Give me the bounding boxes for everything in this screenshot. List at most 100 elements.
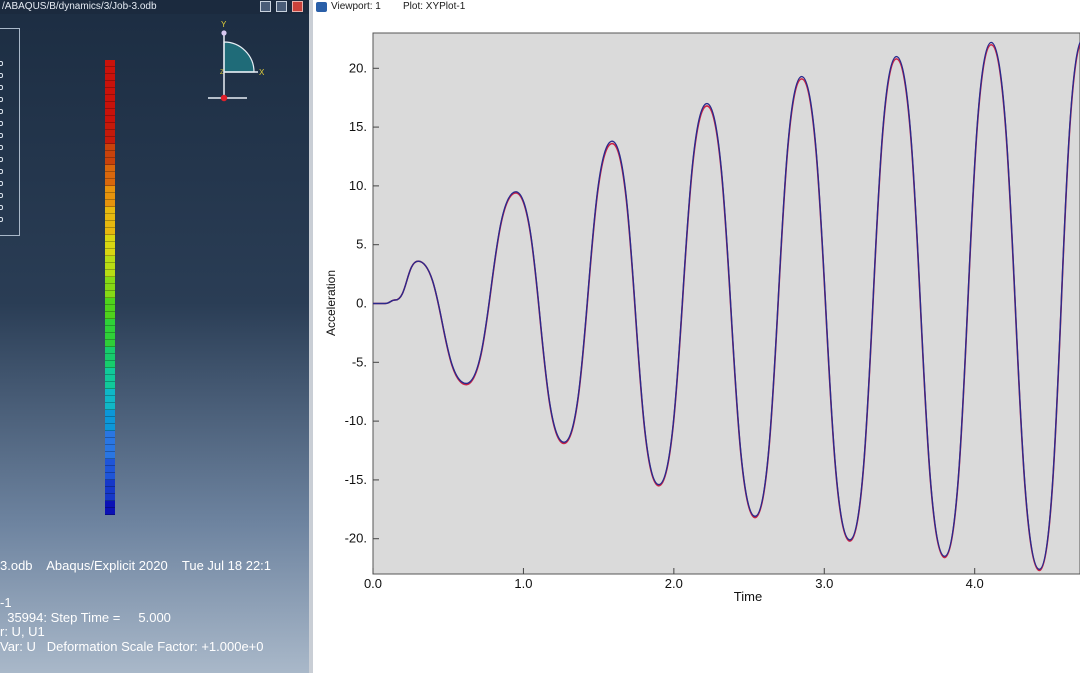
x-tick-label: 0.0 (364, 576, 382, 591)
view-triad: Y X Z (208, 20, 265, 102)
viewport-title-bar[interactable]: Viewport: 1 Plot: XYPlot-1 (313, 0, 1080, 14)
maximize-icon[interactable] (276, 1, 287, 12)
contour-element (105, 375, 115, 382)
contour-element (105, 60, 115, 67)
contour-element (105, 326, 115, 333)
legend-swatch (0, 73, 3, 78)
contour-element (105, 172, 115, 179)
y-tick-label: 5. (356, 237, 367, 252)
contour-element (105, 305, 115, 312)
contour-element (105, 193, 115, 200)
contour-element (105, 501, 115, 508)
contour-element (105, 74, 115, 81)
contour-element (105, 88, 115, 95)
contour-element (105, 354, 115, 361)
x-tick-label: 3.0 (815, 576, 833, 591)
contour-element (105, 109, 115, 116)
contour-element (105, 221, 115, 228)
contour-element (105, 487, 115, 494)
beam-contour-plot[interactable] (105, 60, 115, 515)
contour-element (105, 396, 115, 403)
contour-element (105, 186, 115, 193)
contour-element (105, 459, 115, 466)
contour-element (105, 123, 115, 130)
x-tick-label: 2.0 (665, 576, 683, 591)
contour-element (105, 144, 115, 151)
viewport-menu-icon[interactable] (316, 2, 327, 12)
legend-swatch (0, 97, 3, 102)
contour-element (105, 340, 115, 347)
contour-element (105, 95, 115, 102)
contour-element (105, 270, 115, 277)
legend-swatch (0, 205, 3, 210)
triad-x-label: X (259, 68, 265, 77)
viewport-title-bar[interactable]: /ABAQUS/B/dynamics/3/Job-3.odb (0, 0, 309, 14)
contour-element (105, 424, 115, 431)
legend-swatch (0, 109, 3, 114)
contour-element (105, 382, 115, 389)
contour-element (105, 284, 115, 291)
contour-element (105, 473, 115, 480)
info-odb-line: 3.odb Abaqus/Explicit 2020 Tue Jul 18 22… (0, 558, 272, 573)
job-info-panel: 3.odb Abaqus/Explicit 2020 Tue Jul 18 22… (0, 556, 309, 673)
y-tick-label: 20. (349, 60, 367, 75)
contour-element (105, 116, 115, 123)
contour-element (105, 508, 115, 515)
triad-quadrant (223, 41, 255, 73)
legend-swatch (0, 145, 3, 150)
y-axis-label: Acceleration (324, 270, 338, 336)
legend-swatch (0, 85, 3, 90)
contour-element (105, 368, 115, 375)
y-tick-label: -15. (345, 472, 367, 487)
legend-swatch (0, 157, 3, 162)
contour-element (105, 319, 115, 326)
legend-swatch (0, 121, 3, 126)
contour-element (105, 67, 115, 74)
contour-element (105, 207, 115, 214)
info-step-line: -1 (0, 595, 12, 610)
plot-area[interactable] (372, 32, 1080, 575)
legend-swatch (0, 133, 3, 138)
y-tick-label: 15. (349, 119, 367, 134)
plot-label: Plot: XYPlot-1 (403, 1, 466, 12)
contour-element (105, 480, 115, 487)
contour-element (105, 277, 115, 284)
y-tick-label: -10. (345, 413, 367, 428)
contour-element (105, 235, 115, 242)
contour-element (105, 452, 115, 459)
acceleration-time-chart[interactable]: -20. -15. -10. -5. 0. 5. 10. 15. 20. 0.0 1.0 2.0 3.… (313, 14, 1080, 614)
x-axis-label: Time (734, 589, 762, 604)
y-tick-label: 0. (356, 296, 367, 311)
contour-element (105, 263, 115, 270)
viewport-label: Viewport: 1 (331, 1, 381, 12)
contour-element (105, 242, 115, 249)
contour-element (105, 403, 115, 410)
contour-element (105, 179, 115, 186)
contour-element (105, 298, 115, 305)
support-marker-icon (220, 94, 228, 102)
close-icon[interactable] (292, 1, 303, 12)
contour-element (105, 347, 115, 354)
contour-element (105, 438, 115, 445)
contour-element (105, 214, 115, 221)
contour-element (105, 81, 115, 88)
contour-element (105, 200, 115, 207)
minimize-icon[interactable] (260, 1, 271, 12)
legend-swatch (0, 169, 3, 174)
triad-y-label: Y (221, 20, 227, 29)
xy-plot-viewport[interactable]: Viewport: 1 Plot: XYPlot-1 -20. -15. -10. -… (313, 0, 1080, 673)
x-tick-label: 1.0 (514, 576, 532, 591)
odb-path-title: /ABAQUS/B/dynamics/3/Job-3.odb (2, 1, 157, 12)
contour-element (105, 165, 115, 172)
model-viewport[interactable]: /ABAQUS/B/dynamics/3/Job-3.odb Y X Z 3.o… (0, 0, 309, 673)
contour-element (105, 431, 115, 438)
info-var-line: r: U, U1 (0, 624, 45, 639)
info-deform-line: Var: U Deformation Scale Factor: +1.000e… (0, 639, 264, 654)
contour-element (105, 410, 115, 417)
x-tick-label: 4.0 (966, 576, 984, 591)
contour-element (105, 291, 115, 298)
legend-swatch (0, 61, 3, 66)
contour-element (105, 256, 115, 263)
contour-element (105, 102, 115, 109)
info-frame-line: 35994: Step Time = 5.000 (0, 610, 171, 625)
